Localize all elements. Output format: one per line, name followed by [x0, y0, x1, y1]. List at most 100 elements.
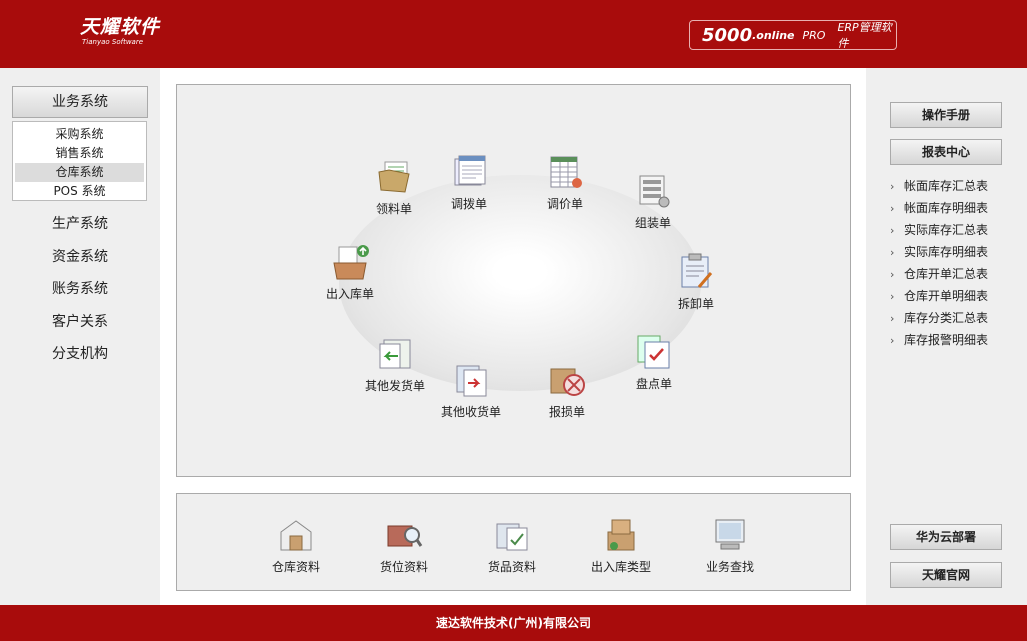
- manual-button[interactable]: 操作手册: [890, 102, 1002, 128]
- bottom-item-label: 货品资料: [487, 560, 536, 574]
- product-tier: PRO: [802, 28, 826, 42]
- location-search-icon: [385, 516, 423, 554]
- nav-production[interactable]: 生产系统: [0, 212, 160, 245]
- ring-item-label: 其他发货单: [364, 379, 425, 393]
- bottom-item-warehouse-info[interactable]: 仓库资料: [256, 516, 336, 575]
- official-site-button[interactable]: 天耀官网: [890, 562, 1002, 588]
- warehouse-flow-panel: 领料单 调拨单 调价单 组装单 拆卸单 盘点单 报损单 其他收货单 其他发货单 …: [176, 84, 851, 477]
- ring-item-transfer[interactable]: 调拨单: [429, 153, 509, 212]
- bottom-item-business-search[interactable]: 业务查找: [690, 516, 770, 575]
- clipboard-wrench-icon: [677, 253, 715, 291]
- sub-item-warehouse[interactable]: 仓库系统: [15, 163, 144, 182]
- logo-subtitle: Tianyao Software: [82, 38, 144, 46]
- report-link[interactable]: › 实际库存明细表: [890, 242, 1020, 264]
- ring-item-label: 报损单: [548, 405, 585, 419]
- bottom-item-in-out-type[interactable]: 出入库类型: [581, 516, 661, 575]
- right-sidebar: 操作手册 报表中心 › 帐面库存汇总表 › 帐面库存明细表 › 实际库存汇总表 › 实际…: [866, 68, 1027, 605]
- main-content: 领料单 调拨单 调价单 组装单 拆卸单 盘点单 报损单 其他收货单 其他发货单 …: [160, 68, 866, 605]
- send-docs-icon: [376, 335, 414, 373]
- report-center-button[interactable]: 报表中心: [890, 139, 1002, 165]
- ring-item-disassembly[interactable]: 拆卸单: [656, 253, 736, 312]
- bottom-item-label: 业务查找: [705, 560, 754, 574]
- product-name: ERP管理软件: [837, 21, 892, 50]
- chevron-right-icon: ›: [890, 246, 895, 259]
- huawei-cloud-button[interactable]: 华为云部署: [890, 524, 1002, 550]
- bottom-item-label: 仓库资料: [271, 560, 320, 574]
- inbox-tray-icon: [331, 243, 369, 281]
- product-version: 5000: [702, 24, 753, 46]
- chevron-right-icon: ›: [890, 334, 895, 347]
- report-list: › 帐面库存汇总表 › 帐面库存明细表 › 实际库存汇总表 › 实际库存明细表 › 仓库开…: [890, 176, 1020, 352]
- ring-item-other-receipt[interactable]: 其他收货单: [431, 361, 511, 420]
- reference-data-panel: 仓库资料 货位资料 货品资料 出入库类型 业务查找: [176, 493, 851, 591]
- report-link-label: 仓库开单明细表: [904, 289, 989, 303]
- ring-item-label: 盘点单: [635, 377, 672, 391]
- chevron-right-icon: ›: [890, 224, 895, 237]
- bottom-item-label: 出入库类型: [590, 560, 651, 574]
- chevron-right-icon: ›: [890, 202, 895, 215]
- report-link-label: 库存分类汇总表: [904, 311, 989, 325]
- report-link-label: 帐面库存汇总表: [904, 179, 989, 193]
- ring-item-label: 其他收货单: [440, 405, 501, 419]
- ring-item-label: 调拨单: [450, 197, 487, 211]
- computer-search-icon: [711, 516, 749, 554]
- report-link[interactable]: › 实际库存汇总表: [890, 220, 1020, 242]
- checklist-icon: [635, 333, 673, 371]
- chevron-right-icon: ›: [890, 180, 895, 193]
- ring-item-damage-report[interactable]: 报损单: [527, 361, 607, 420]
- logo-title: 天耀软件: [80, 16, 161, 38]
- report-link[interactable]: › 仓库开单汇总表: [890, 264, 1020, 286]
- ring-item-material-requisition[interactable]: 领料单: [354, 158, 434, 217]
- nav-business-system[interactable]: 业务系统: [12, 86, 148, 118]
- report-link[interactable]: › 帐面库存汇总表: [890, 176, 1020, 198]
- nav-branches[interactable]: 分支机构: [0, 342, 160, 375]
- ring-item-assembly[interactable]: 组装单: [613, 172, 693, 231]
- logo: 天耀软件 Tianyao Software: [80, 16, 160, 46]
- chevron-right-icon: ›: [890, 290, 895, 303]
- report-link-label: 仓库开单汇总表: [904, 267, 989, 281]
- price-sheet-icon: [546, 153, 584, 191]
- ring-item-price-adjust[interactable]: 调价单: [525, 153, 605, 212]
- document-stack-icon: [450, 153, 488, 191]
- report-link-label: 实际库存汇总表: [904, 223, 989, 237]
- sub-item-sales[interactable]: 销售系统: [15, 144, 144, 163]
- chevron-right-icon: ›: [890, 268, 895, 281]
- bottom-item-location-info[interactable]: 货位资料: [364, 516, 444, 575]
- ring-item-label: 组装单: [634, 216, 671, 230]
- report-link-label: 库存报警明细表: [904, 333, 989, 347]
- left-sidebar: 业务系统 采购系统 销售系统 仓库系统 POS 系统 生产系统 资金系统 账务系…: [0, 68, 160, 605]
- ring-item-other-shipment[interactable]: 其他发货单: [355, 335, 435, 394]
- box-cross-icon: [548, 361, 586, 399]
- left-menu: 生产系统 资金系统 账务系统 客户关系 分支机构: [0, 212, 160, 375]
- nav-finance[interactable]: 资金系统: [0, 245, 160, 278]
- ring-item-label: 拆卸单: [677, 297, 714, 311]
- product-edition: .online: [752, 28, 795, 42]
- app-header: 天耀软件 Tianyao Software 5000 .online PRO E…: [0, 0, 1027, 68]
- report-link-label: 帐面库存明细表: [904, 201, 989, 215]
- bottom-item-label: 货位资料: [379, 560, 428, 574]
- ring-item-stocktake[interactable]: 盘点单: [614, 333, 694, 392]
- subsystem-list: 采购系统 销售系统 仓库系统 POS 系统: [12, 121, 147, 201]
- receive-docs-icon: [452, 361, 490, 399]
- product-badge: 5000 .online PRO ERP管理软件: [689, 20, 897, 50]
- footer: 速达软件技术(广州)有限公司: [0, 605, 1027, 641]
- chevron-right-icon: ›: [890, 312, 895, 325]
- report-link-label: 实际库存明细表: [904, 245, 989, 259]
- nav-accounting[interactable]: 账务系统: [0, 277, 160, 310]
- ring-item-in-out-order[interactable]: 出入库单: [310, 243, 390, 302]
- report-link[interactable]: › 仓库开单明细表: [890, 286, 1020, 308]
- bottom-item-goods-info[interactable]: 货品资料: [472, 516, 552, 575]
- folder-docs-icon: [375, 158, 413, 196]
- ring-item-label: 调价单: [546, 197, 583, 211]
- sub-item-purchase[interactable]: 采购系统: [15, 125, 144, 144]
- report-link[interactable]: › 帐面库存明细表: [890, 198, 1020, 220]
- nav-crm[interactable]: 客户关系: [0, 310, 160, 343]
- report-link[interactable]: › 库存报警明细表: [890, 330, 1020, 352]
- warehouse-icon: [277, 516, 315, 554]
- report-link[interactable]: › 库存分类汇总表: [890, 308, 1020, 330]
- ring-item-label: 出入库单: [325, 287, 374, 301]
- sub-item-pos[interactable]: POS 系统: [15, 182, 144, 201]
- assembly-icon: [634, 172, 672, 210]
- ring-item-label: 领料单: [375, 202, 412, 216]
- goods-box-icon: [493, 516, 531, 554]
